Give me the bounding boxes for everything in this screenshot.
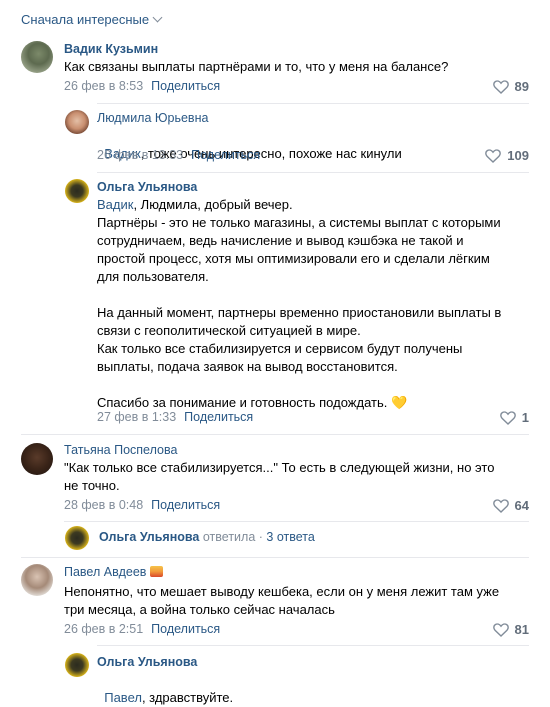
like-button[interactable]: 109 [485,148,529,163]
comment-text: "Как только все стабилизируется..." То е… [64,460,495,493]
comment-meta: 26 фев в 13:33 Поделиться [97,148,260,162]
sunset-emoji-icon [150,566,164,577]
avatar[interactable] [65,653,89,677]
avatar[interactable] [65,179,89,203]
comment-date[interactable]: 26 фев в 8:53 [64,79,143,93]
reply-author[interactable]: Ольга Ульянова [99,530,199,544]
comment-date[interactable]: 26 фев в 2:51 [64,622,143,636]
comment-author[interactable]: Ольга Ульянова [97,655,197,669]
sort-dropdown[interactable]: Сначала интересные [21,12,163,27]
share-button[interactable]: Поделиться [151,498,220,512]
avatar[interactable] [65,526,89,550]
comment-date[interactable]: 26 фев в 13:33 [97,148,183,162]
comment-text: Как связаны выплаты партнёрами и то, что… [64,59,449,74]
avatar[interactable] [21,41,53,73]
comment-date[interactable]: 28 фев в 0:48 [64,498,143,512]
like-count: 89 [514,79,529,94]
heart-icon [492,622,509,637]
like-count: 109 [507,148,529,163]
comment-date[interactable]: 27 фев в 1:33 [97,410,176,424]
comment-text: Вадик, Людмила, добрый вечер. Партнёры -… [97,197,502,410]
like-button[interactable]: 89 [492,79,529,94]
comment-author[interactable]: Ольга Ульянова [97,180,197,194]
avatar[interactable] [21,443,53,475]
replies-summary[interactable]: Ольга Ульянова ответила · 3 ответа [99,530,315,544]
avatar[interactable] [21,564,53,596]
share-button[interactable]: Поделиться [191,148,260,162]
like-button[interactable]: 1 [499,410,529,425]
chevron-down-icon [152,12,163,23]
like-button[interactable]: 64 [492,498,529,513]
comment-text: Непонятно, что мешает выводу кешбека, ес… [64,584,500,617]
comment-author[interactable]: Татьяна Поспелова [64,443,177,457]
heart-icon [492,79,509,94]
like-count: 1 [521,410,529,425]
comment-text: Павел, здравствуйте. [104,690,234,705]
show-replies-link[interactable]: 3 ответа [266,530,314,544]
mention-link[interactable]: Вадик [97,197,133,212]
comment-author[interactable]: Людмила Юрьевна [97,111,208,125]
divider [97,645,529,646]
divider [97,172,529,173]
share-button[interactable]: Поделиться [151,622,220,636]
heart-icon [499,410,516,425]
heart-icon [492,498,509,513]
sort-label: Сначала интересные [21,12,150,27]
like-count: 64 [514,498,529,513]
divider [21,557,529,558]
like-button[interactable]: 81 [492,622,529,637]
comment-author[interactable]: Вадик Кузьмин [64,42,158,56]
avatar[interactable] [65,110,89,134]
comment-author[interactable]: Павел Авдеев [64,565,164,579]
mention-link[interactable]: Павел [104,690,142,705]
heart-icon [485,148,502,163]
share-button[interactable]: Поделиться [151,79,220,93]
comment-meta: 26 фев в 8:53 Поделиться [64,79,220,93]
divider [97,103,529,104]
divider [64,521,529,522]
share-button[interactable]: Поделиться [184,410,253,424]
divider [21,434,529,435]
comment-meta: 27 фев в 1:33 Поделиться [97,410,253,424]
comment-meta: 28 фев в 0:48 Поделиться [64,498,220,512]
comment-meta: 26 фев в 2:51 Поделиться [64,622,220,636]
like-count: 81 [514,622,529,637]
